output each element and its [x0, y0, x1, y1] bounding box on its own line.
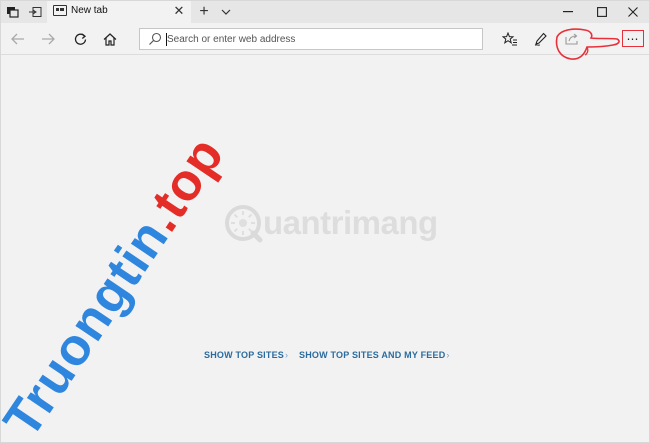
truongtin-blue-text: Truongtin — [1, 209, 180, 443]
svg-text:Truongtin.top: Truongtin.top — [1, 127, 236, 443]
truongtin-watermark: Truongtin.top — [1, 127, 236, 443]
